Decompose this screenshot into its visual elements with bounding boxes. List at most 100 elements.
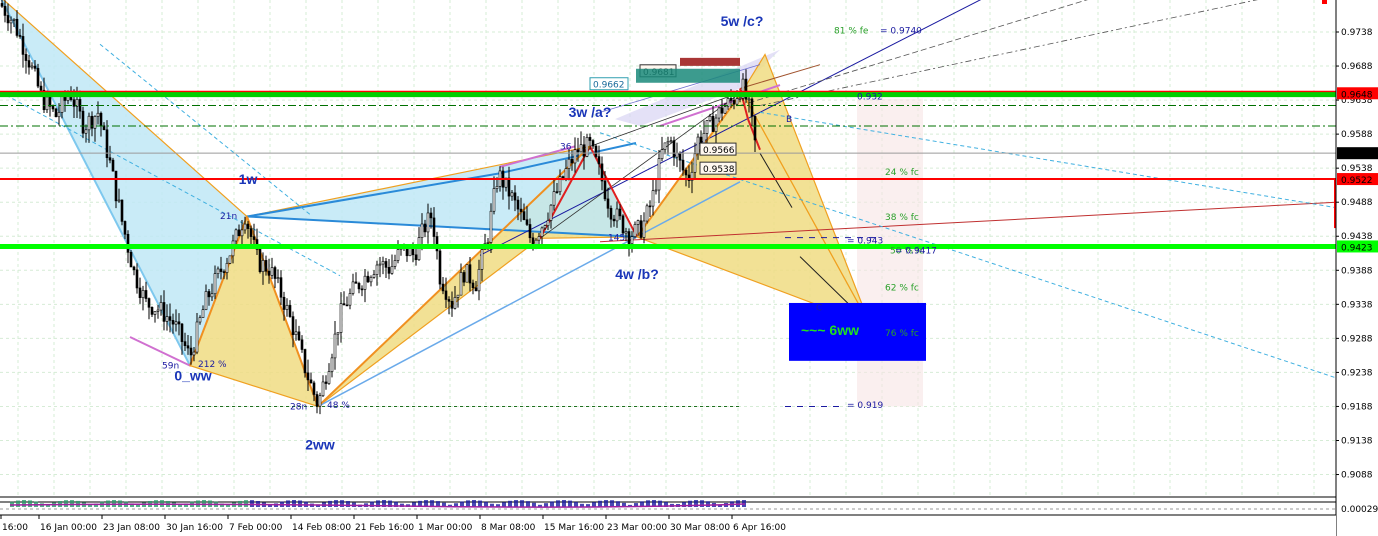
price-tick-label: 0.9738 xyxy=(1341,28,1373,38)
candle-body xyxy=(6,15,10,24)
candle-body xyxy=(468,264,472,284)
candle-body xyxy=(657,158,661,191)
candle-body xyxy=(96,112,100,117)
candle-body xyxy=(234,229,238,242)
annotation-text: = 0.9417 xyxy=(895,247,937,257)
price-tick-label: 0.9238 xyxy=(1341,368,1373,378)
candle-body xyxy=(108,157,112,161)
candle-body xyxy=(387,267,391,274)
candle-body xyxy=(681,159,685,171)
candle-body xyxy=(186,345,190,349)
candle-body xyxy=(162,302,166,322)
time-tick-label: 23 Jan 08:00 xyxy=(103,523,160,533)
oscillator-bar xyxy=(550,501,554,507)
candle-body xyxy=(390,266,394,274)
oscillator-bar xyxy=(574,501,578,507)
candle-body xyxy=(408,248,412,257)
candle-body xyxy=(9,19,13,24)
price-box-label: 0.9566 xyxy=(703,146,735,156)
stacked-order-block xyxy=(636,68,740,83)
oscillator-bar xyxy=(286,500,290,507)
candle-body xyxy=(720,107,724,114)
candle-body xyxy=(33,65,37,69)
candle-body xyxy=(324,381,328,384)
candle-body xyxy=(678,152,682,161)
candle-body xyxy=(246,223,250,229)
candle-body xyxy=(738,97,742,100)
candle-body xyxy=(285,305,289,310)
candle-body xyxy=(315,394,319,407)
candle-body xyxy=(192,351,196,356)
candle-body xyxy=(477,269,481,292)
candle-body xyxy=(414,254,418,261)
candle-body xyxy=(120,199,124,222)
candle-body xyxy=(648,205,652,208)
candle-body xyxy=(252,236,256,240)
candle-body xyxy=(411,248,415,256)
candle-body xyxy=(15,18,19,36)
candle-body xyxy=(579,144,583,153)
wave-label: 5w /c? xyxy=(721,13,764,29)
oscillator-bar xyxy=(64,500,68,507)
oscillator-bar xyxy=(202,500,206,507)
wave-label: 1w xyxy=(239,171,258,187)
candle-body xyxy=(522,211,526,221)
oscillator-bar xyxy=(16,500,20,507)
candle-body xyxy=(750,98,754,117)
candle-body xyxy=(327,371,331,384)
wave-label: 0_ww xyxy=(174,368,211,384)
candle-body xyxy=(444,290,448,300)
annotation-text: 48 % xyxy=(327,401,350,411)
candle-body xyxy=(114,170,118,202)
price-box-label: 0.9662 xyxy=(593,81,625,91)
candle-body xyxy=(126,233,130,253)
candle-body xyxy=(612,218,616,222)
candle-body xyxy=(204,291,208,310)
candle-body xyxy=(453,297,457,309)
candle-body xyxy=(708,115,712,121)
candle-body xyxy=(570,158,574,164)
candle-body xyxy=(267,270,271,276)
annotation-text: 28n xyxy=(290,402,307,412)
candle-body xyxy=(147,298,151,308)
candle-body xyxy=(18,35,22,37)
oscillator-bar xyxy=(28,500,32,507)
candle-body xyxy=(717,107,721,119)
candle-body xyxy=(342,303,346,306)
candle-body xyxy=(711,115,715,132)
price-marker-label: 0.9560 xyxy=(1341,150,1373,160)
candle-body xyxy=(447,299,451,302)
candle-body xyxy=(291,316,295,335)
candle-body xyxy=(543,225,547,229)
candle-body xyxy=(597,156,601,165)
price-tick-label: 0.9488 xyxy=(1341,198,1373,208)
oscillator-bar xyxy=(328,500,332,507)
time-tick-label: 30 Jan 16:00 xyxy=(166,523,223,533)
candle-body xyxy=(222,271,226,273)
candle-body xyxy=(171,320,175,325)
candle-body xyxy=(336,332,340,335)
oscillator-bar xyxy=(298,500,302,507)
candle-body xyxy=(420,223,424,238)
price-chart[interactable]: 0.96620.96810.95660.9538 ~~~ 6ww 81 % fe… xyxy=(0,0,1378,536)
candle-body xyxy=(555,191,559,193)
annotation-text: = 0.9740 xyxy=(880,27,922,37)
candle-body xyxy=(132,266,136,271)
corner-marker xyxy=(1322,0,1327,4)
oscillator-bar xyxy=(292,500,296,507)
annotation-text: C xyxy=(816,304,822,314)
candle-body xyxy=(237,229,241,237)
candle-body xyxy=(549,204,553,221)
oscillator-bar xyxy=(610,500,614,507)
candle-body xyxy=(333,333,337,359)
price-tick-label: 0.9338 xyxy=(1341,300,1373,310)
candle-body xyxy=(564,168,568,179)
candle-body xyxy=(567,158,571,169)
candle-body xyxy=(384,261,388,268)
price-tick-label: 0.9188 xyxy=(1341,402,1373,412)
oscillator-value: 0.00029 xyxy=(1341,505,1378,515)
candle-body xyxy=(537,236,541,241)
candle-body xyxy=(675,152,679,158)
oscillator-bar xyxy=(598,500,602,507)
candle-body xyxy=(225,263,229,273)
